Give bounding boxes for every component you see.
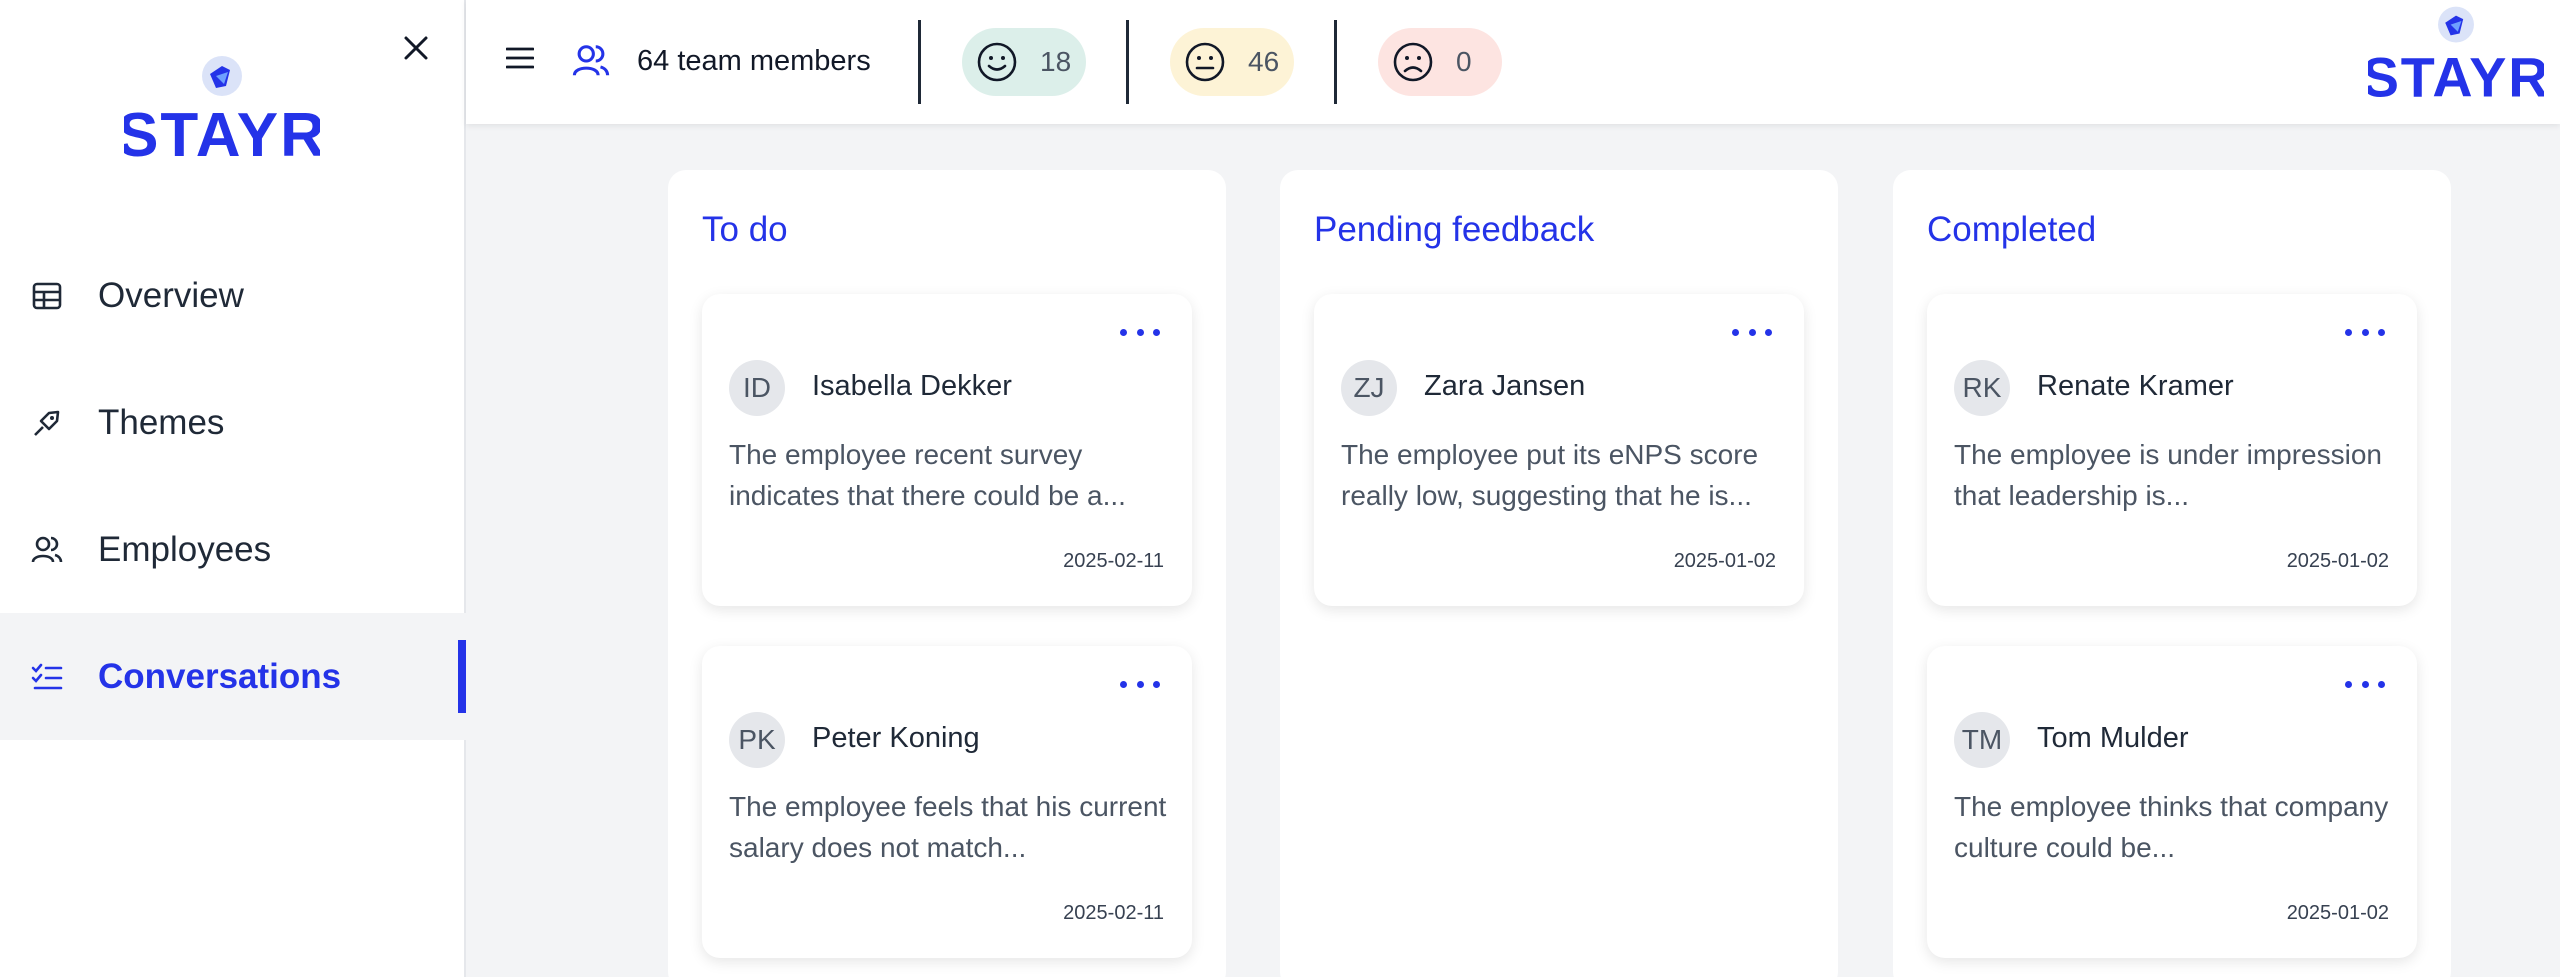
team-members-count: 64 team members xyxy=(637,45,871,77)
close-icon xyxy=(404,36,428,60)
conversation-card[interactable]: ID Isabella Dekker The employee recent s… xyxy=(702,294,1192,606)
sidebar-item-employees[interactable]: Employees xyxy=(0,486,466,613)
svg-text:STAYR: STAYR xyxy=(124,101,320,166)
users-icon xyxy=(572,45,610,76)
happy-face-icon xyxy=(976,41,1018,83)
stayr-logo: STAYR xyxy=(124,56,320,166)
svg-text:STAYR: STAYR xyxy=(2368,46,2544,106)
card-description: The employee thinks that company culture… xyxy=(1954,791,2389,863)
happy-count: 18 xyxy=(1040,46,1072,77)
employee-name: Renate Kramer xyxy=(2037,370,2234,402)
sidebar-item-overview[interactable]: Overview xyxy=(0,232,466,359)
sidebar-item-conversations[interactable]: Conversations xyxy=(0,613,466,740)
users-icon xyxy=(30,533,64,567)
card-date: 2025-01-02 xyxy=(2286,550,2389,572)
column-completed: Completed RK Renate Kramer The employee … xyxy=(1893,170,2451,977)
sidebar-item-label: Themes xyxy=(98,402,225,442)
column-title: Completed xyxy=(1927,210,2097,249)
more-options-icon[interactable] xyxy=(1120,322,1160,342)
card-description: The employee put its eNPS score really l… xyxy=(1341,439,1759,511)
card-description: The employee recent survey indicates tha… xyxy=(729,439,1126,511)
neutral-face-icon xyxy=(1184,41,1226,83)
divider xyxy=(1334,20,1337,104)
sidebar-item-label: Overview xyxy=(98,275,244,315)
column-pending-feedback: Pending feedback ZJ Zara Jansen The empl… xyxy=(1280,170,1838,977)
avatar: PK xyxy=(729,712,785,768)
avatar: ZJ xyxy=(1341,360,1397,416)
sidebar-item-label: Conversations xyxy=(98,656,342,696)
sidebar-nav: Overview Themes Employees Conversations xyxy=(0,232,466,740)
sidebar: STAYR Overview Themes Employees Conversa… xyxy=(0,0,466,977)
sad-filter-pill[interactable]: 0 xyxy=(1378,28,1502,96)
neutral-filter-pill[interactable]: 46 xyxy=(1170,28,1294,96)
column-to-do: To do ID Isabella Dekker The employee re… xyxy=(668,170,1226,977)
employee-name: Isabella Dekker xyxy=(812,370,1012,402)
avatar: TM xyxy=(1954,712,2010,768)
column-title: Pending feedback xyxy=(1314,210,1595,249)
conversation-card[interactable]: TM Tom Mulder The employee thinks that c… xyxy=(1927,646,2417,958)
card-date: 2025-02-11 xyxy=(1063,902,1164,924)
column-title: To do xyxy=(702,210,788,249)
avatar: ID xyxy=(729,360,785,416)
sidebar-item-label: Employees xyxy=(98,529,272,569)
happy-filter-pill[interactable]: 18 xyxy=(962,28,1086,96)
sad-face-icon xyxy=(1392,41,1434,83)
sidebar-item-themes[interactable]: Themes xyxy=(0,359,466,486)
card-description: The employee is under impression that le… xyxy=(1954,439,2382,511)
sad-count: 0 xyxy=(1456,46,1472,77)
card-date: 2025-01-02 xyxy=(2286,902,2389,924)
stayr-logo: STAYR xyxy=(2368,6,2544,106)
topbar: 64 team members 18 46 0 STAYR xyxy=(466,0,2560,124)
more-options-icon[interactable] xyxy=(2345,322,2385,342)
card-date: 2025-01-02 xyxy=(1673,550,1776,572)
employee-name: Zara Jansen xyxy=(1424,370,1586,402)
conversation-card[interactable]: RK Renate Kramer The employee is under i… xyxy=(1927,294,2417,606)
checklist-icon xyxy=(30,660,64,694)
close-sidebar-button[interactable] xyxy=(396,28,436,68)
employee-name: Peter Koning xyxy=(812,722,980,754)
divider xyxy=(918,20,921,104)
tag-icon xyxy=(30,406,64,440)
conversation-card[interactable]: PK Peter Koning The employee feels that … xyxy=(702,646,1192,958)
avatar: RK xyxy=(1954,360,2010,416)
more-options-icon[interactable] xyxy=(1732,322,1772,342)
neutral-count: 46 xyxy=(1248,46,1280,77)
conversation-card[interactable]: ZJ Zara Jansen The employee put its eNPS… xyxy=(1314,294,1804,606)
more-options-icon[interactable] xyxy=(1120,674,1160,694)
card-date: 2025-02-11 xyxy=(1063,550,1164,572)
hamburger-icon xyxy=(506,47,534,69)
more-options-icon[interactable] xyxy=(2345,674,2385,694)
card-description: The employee feels that his current sala… xyxy=(729,791,1167,863)
employee-name: Tom Mulder xyxy=(2037,722,2189,754)
table-icon xyxy=(30,279,64,313)
menu-button[interactable] xyxy=(504,42,536,74)
divider xyxy=(1126,20,1129,104)
